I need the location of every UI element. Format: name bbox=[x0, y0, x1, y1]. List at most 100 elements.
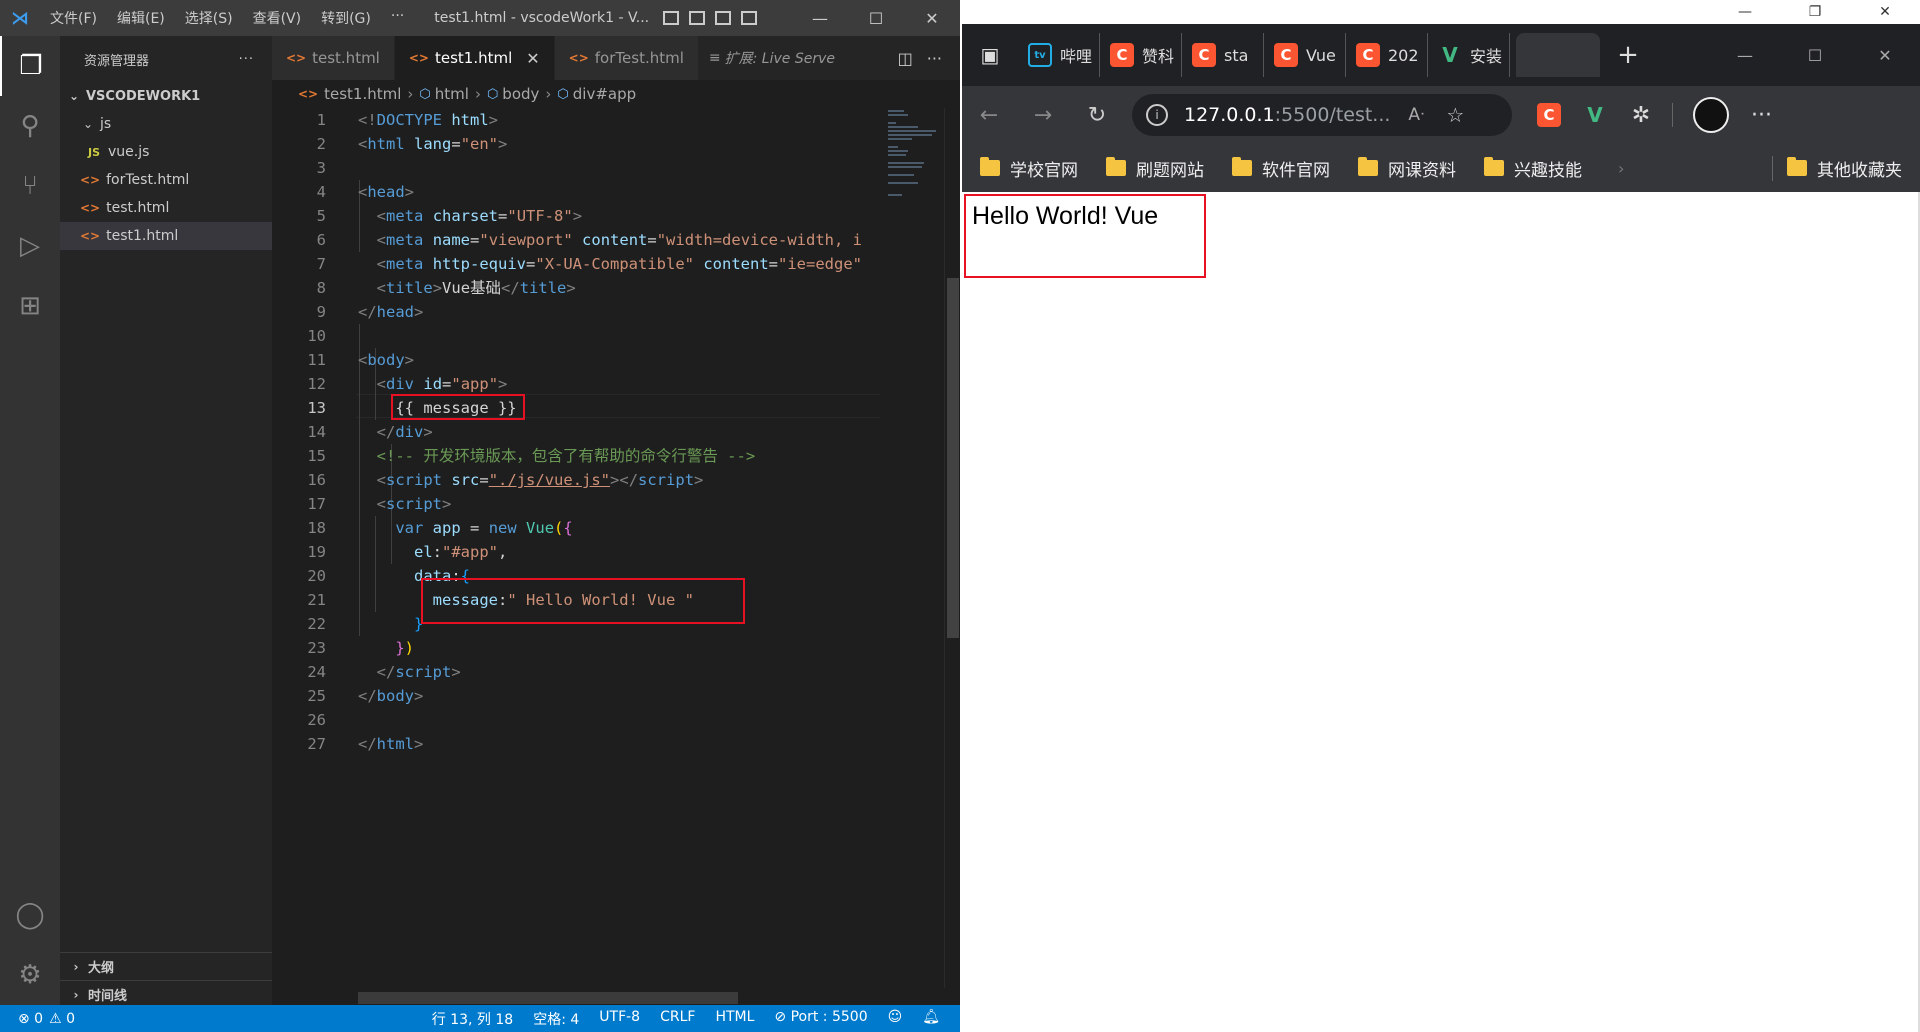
menu-selection[interactable]: 选择(S) bbox=[175, 8, 243, 28]
search-icon[interactable]: ⚲ bbox=[0, 96, 60, 156]
editor-vertical-scrollbar[interactable] bbox=[944, 108, 959, 988]
bookmark-folder[interactable]: 网课资料 bbox=[1358, 156, 1456, 181]
browser-tab[interactable]: C Vue bbox=[1264, 33, 1346, 77]
window-title: test1.html - vscodeWork1 - V... bbox=[434, 10, 650, 26]
timeline-section[interactable]: › 时间线 bbox=[60, 980, 272, 1008]
settings-gear-icon[interactable]: ⚙ bbox=[0, 945, 60, 1005]
new-tab-icon[interactable]: + bbox=[1600, 40, 1656, 70]
code-line: 24 </script> bbox=[272, 660, 880, 684]
tab-label: 扩展: Live Serve bbox=[724, 51, 835, 67]
settings-more-icon[interactable]: ··· bbox=[1751, 103, 1772, 128]
cursor-position[interactable]: 行 13, 列 18 bbox=[432, 1009, 513, 1029]
bookmark-folder[interactable]: 软件官网 bbox=[1232, 156, 1330, 181]
breadcrumb-item[interactable]: test1.html bbox=[324, 85, 401, 103]
explorer-icon[interactable]: ❐ bbox=[0, 36, 60, 96]
bookmark-label: 软件官网 bbox=[1262, 160, 1330, 181]
vue-devtools-extension-icon[interactable]: V bbox=[1572, 103, 1618, 127]
tab-test-html[interactable]: <> test.html bbox=[272, 36, 395, 80]
chevron-right-icon: › bbox=[73, 987, 79, 1002]
tree-file-fortest[interactable]: <> forTest.html bbox=[60, 166, 272, 194]
tree-file-test[interactable]: <> test.html bbox=[60, 194, 272, 222]
line-number: 24 bbox=[307, 663, 326, 681]
explorer-more-button[interactable]: ··· bbox=[239, 52, 254, 67]
address-bar[interactable]: i 127.0.0.1 :5500/test... Aᐧ ☆ bbox=[1132, 94, 1512, 136]
workspace-root[interactable]: ⌄ VSCODEWORK1 bbox=[60, 82, 272, 110]
minimize-icon[interactable]: — bbox=[1710, 0, 1780, 24]
minimap[interactable] bbox=[880, 108, 944, 988]
minimize-icon[interactable]: — bbox=[792, 9, 848, 28]
browser-tab[interactable]: C 202 bbox=[1346, 33, 1428, 77]
tab-test1-html[interactable]: <> test1.html ✕ bbox=[394, 36, 555, 80]
profile-avatar[interactable] bbox=[1693, 97, 1729, 133]
tree-folder-js[interactable]: ⌄ js bbox=[60, 110, 272, 138]
site-info-icon[interactable]: i bbox=[1146, 104, 1168, 126]
menu-more[interactable]: ··· bbox=[381, 8, 414, 28]
read-aloud-icon[interactable]: Aᐧ bbox=[1408, 105, 1424, 125]
breadcrumb-item[interactable]: html bbox=[435, 85, 469, 103]
language-mode[interactable]: HTML bbox=[715, 1009, 754, 1029]
extensions-icon[interactable]: ⊞ bbox=[0, 276, 60, 336]
close-icon[interactable]: ✕ bbox=[1850, 0, 1920, 24]
toggle-sidebar-icon[interactable] bbox=[663, 11, 680, 25]
split-editor-icon[interactable]: ◫ bbox=[898, 49, 913, 68]
chevron-right-icon[interactable]: › bbox=[1618, 159, 1624, 178]
browser-tab[interactable]: V 安装 bbox=[1428, 33, 1510, 77]
code-line: 12 <div id="app"> bbox=[272, 372, 880, 396]
code-line: 4 <head> bbox=[272, 180, 880, 204]
browser-tab-active[interactable] bbox=[1516, 33, 1600, 77]
end-of-line[interactable]: CRLF bbox=[660, 1009, 695, 1029]
editor-horizontal-scrollbar[interactable] bbox=[358, 992, 738, 1004]
vue-favicon-icon: V bbox=[1442, 43, 1458, 67]
code-editor[interactable]: 1 <!DOCTYPE html> 2 <html lang="en"> 3 4 <h… bbox=[272, 108, 880, 988]
breadcrumb-item[interactable]: div#app bbox=[573, 85, 636, 103]
add-favorite-icon[interactable]: ☆ bbox=[1446, 103, 1464, 127]
menu-go[interactable]: 转到(G) bbox=[311, 8, 381, 28]
customize-layout-icon[interactable] bbox=[741, 11, 758, 25]
maximize-icon[interactable]: ☐ bbox=[1780, 46, 1850, 65]
live-server-port[interactable]: ⊘ Port : 5500 bbox=[774, 1009, 867, 1029]
close-icon[interactable]: ✕ bbox=[1850, 46, 1920, 65]
bookmark-folder[interactable]: 兴趣技能 bbox=[1484, 156, 1582, 181]
other-favorites[interactable]: 其他收藏夹 bbox=[1772, 155, 1902, 181]
minimize-icon[interactable]: — bbox=[1710, 46, 1780, 65]
browser-window-controls: — ☐ ✕ bbox=[1710, 46, 1920, 65]
error-count[interactable]: ⊗ 0 bbox=[18, 1011, 43, 1027]
account-icon[interactable]: ◯ bbox=[0, 885, 60, 945]
browser-tab[interactable]: C 赞科 bbox=[1100, 33, 1182, 77]
notifications-bell-icon[interactable]: 🔔︎ bbox=[922, 1009, 940, 1029]
menu-edit[interactable]: 编辑(E) bbox=[107, 8, 175, 28]
breadcrumb-item[interactable]: body bbox=[502, 85, 539, 103]
encoding[interactable]: UTF-8 bbox=[599, 1009, 640, 1029]
extensions-puzzle-icon[interactable]: ✲ bbox=[1618, 103, 1664, 128]
scrollbar-thumb[interactable] bbox=[947, 278, 959, 638]
restore-icon[interactable]: ❐ bbox=[1780, 0, 1850, 24]
tab-fortest-html[interactable]: <> forTest.html bbox=[554, 36, 699, 80]
toggle-secondary-sidebar-icon[interactable] bbox=[715, 11, 732, 25]
browser-tab[interactable]: tv 哔哩 bbox=[1018, 33, 1100, 77]
browser-tab[interactable]: C sta bbox=[1182, 33, 1264, 77]
source-control-icon[interactable]: ⑂ bbox=[0, 156, 60, 216]
bookmark-folder[interactable]: 学校官网 bbox=[980, 156, 1078, 181]
back-arrow-icon[interactable]: ← bbox=[962, 103, 1016, 128]
more-actions-icon[interactable]: ··· bbox=[927, 49, 942, 68]
close-icon[interactable]: ✕ bbox=[904, 9, 960, 28]
bookmark-folder[interactable]: 刷题网站 bbox=[1106, 156, 1204, 181]
tab-live-server-extension[interactable]: ≡ 扩展: Live Serve bbox=[699, 36, 835, 80]
warning-count[interactable]: ⚠ 0 bbox=[49, 1011, 75, 1027]
tab-actions-icon[interactable]: ▣ bbox=[962, 43, 1018, 67]
maximize-icon[interactable]: ☐ bbox=[848, 9, 904, 28]
feedback-icon[interactable]: ☺ bbox=[888, 1009, 903, 1029]
code-link[interactable]: "./js/vue.js" bbox=[489, 471, 610, 489]
menu-view[interactable]: 查看(V) bbox=[243, 8, 312, 28]
run-debug-icon[interactable]: ▷ bbox=[0, 216, 60, 276]
outline-section[interactable]: › 大纲 bbox=[60, 952, 272, 980]
tab-close-icon[interactable]: ✕ bbox=[526, 49, 539, 68]
indentation[interactable]: 空格: 4 bbox=[533, 1009, 579, 1029]
csdn-extension-icon[interactable]: C bbox=[1526, 103, 1572, 127]
tree-file-vuejs[interactable]: JS vue.js bbox=[60, 138, 272, 166]
menu-file[interactable]: 文件(F) bbox=[40, 8, 107, 28]
forward-arrow-icon[interactable]: → bbox=[1016, 103, 1070, 128]
toggle-panel-icon[interactable] bbox=[689, 11, 706, 25]
reload-icon[interactable]: ↻ bbox=[1070, 103, 1124, 128]
tree-file-test1[interactable]: <> test1.html bbox=[60, 222, 272, 250]
